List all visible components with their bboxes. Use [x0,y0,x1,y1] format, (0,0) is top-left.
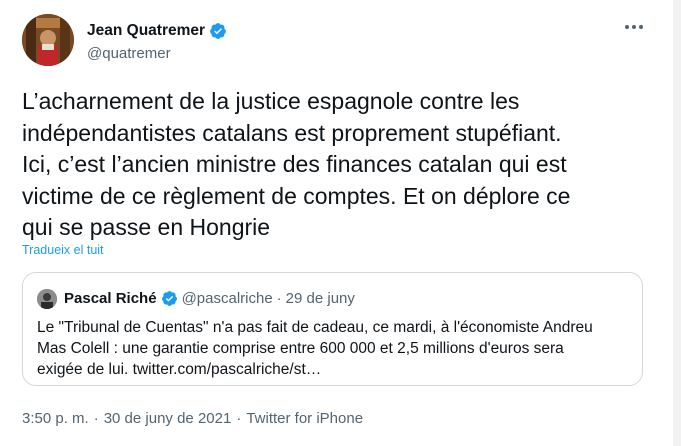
quoted-date[interactable]: 29 de juny [286,290,355,307]
quoted-tweet[interactable]: Pascal Riché @pascalriche · 29 de juny L… [22,272,643,386]
author-name[interactable]: Jean Quatremer [87,22,205,40]
scrollbar[interactable] [673,0,681,446]
quoted-header: Pascal Riché @pascalriche · 29 de juny [64,290,355,307]
tweet-source[interactable]: Twitter for iPhone [246,410,363,427]
tweet-date[interactable]: 30 de juny de 2021 [104,410,232,427]
tweet-meta: 3:50 p. m. · 30 de juny de 2021 · Twitte… [22,410,363,427]
meta-separator: · [93,410,99,427]
quoted-author-avatar[interactable] [37,289,57,309]
author-avatar[interactable] [22,14,74,66]
verified-badge-icon [161,290,178,307]
author-block: Jean Quatremer @quatremer [87,20,227,62]
more-icon[interactable] [625,21,645,33]
tweet-time[interactable]: 3:50 p. m. [22,410,89,427]
quoted-text: Le "Tribunal de Cuentas" n'a pas fait de… [37,319,593,378]
translate-link[interactable]: Tradueix el tuit [22,243,104,257]
quoted-author-name[interactable]: Pascal Riché [64,290,157,307]
meta-separator: · [236,410,242,427]
verified-badge-icon [209,22,227,40]
quoted-author-handle[interactable]: @pascalriche [182,290,273,307]
tweet-text: L’acharnement de la justice espagnole co… [22,88,571,240]
quoted-separator: · [276,290,282,307]
tweet-card: Jean Quatremer @quatremer L’acharnement … [0,0,681,446]
author-handle[interactable]: @quatremer [87,45,227,62]
